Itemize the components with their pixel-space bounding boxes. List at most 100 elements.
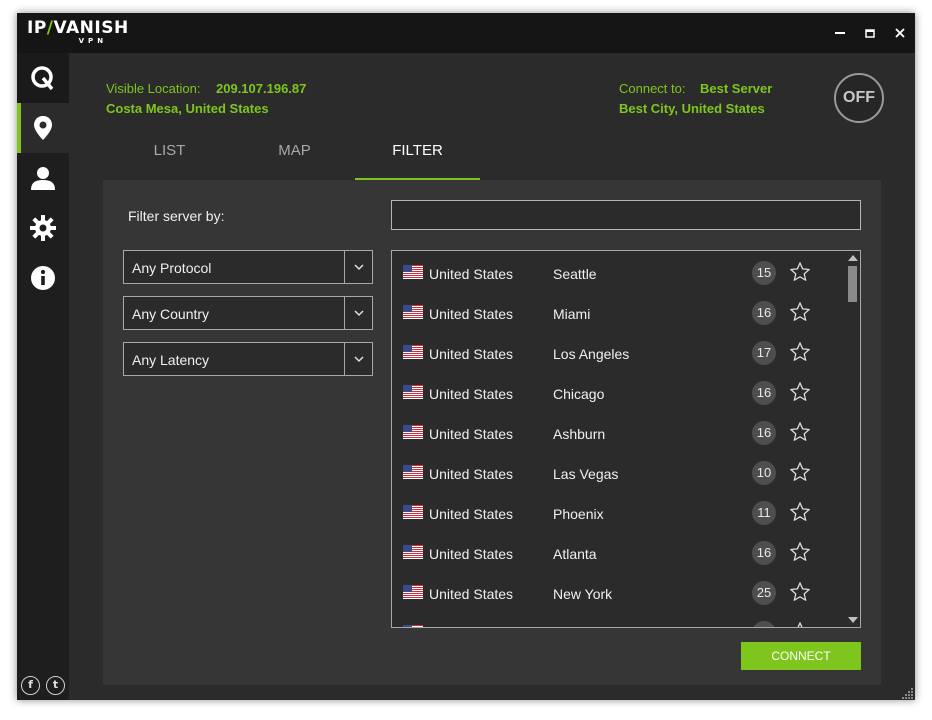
chevron-down-icon: [354, 310, 364, 317]
server-city: Atlanta: [553, 546, 597, 562]
scroll-down-icon[interactable]: [848, 617, 858, 623]
server-country: United States: [429, 626, 513, 627]
server-city: Phoenix: [553, 506, 604, 522]
minimize-button[interactable]: [830, 23, 850, 43]
us-flag-icon: [403, 625, 423, 627]
server-row[interactable]: United States Phoenix 11: [392, 493, 844, 533]
server-row[interactable]: United States Chicago 16: [392, 373, 844, 413]
server-country: United States: [429, 586, 514, 602]
country-dropdown[interactable]: Any Country: [123, 296, 373, 330]
maximize-button[interactable]: [860, 23, 880, 43]
logo-vanish: VANISH: [53, 18, 129, 38]
sidebar-item-settings[interactable]: [17, 203, 69, 253]
latency-dropdown[interactable]: Any Latency: [123, 342, 373, 376]
protocol-value: Any Protocol: [132, 260, 212, 276]
visible-location-label: Visible Location:: [106, 81, 201, 96]
server-row[interactable]: United States: [392, 613, 844, 628]
sidebar-item-locations[interactable]: [17, 103, 69, 153]
favorite-star-icon[interactable]: [789, 581, 811, 603]
connect-button[interactable]: CONNECT: [741, 642, 861, 670]
scroll-up-icon[interactable]: [848, 255, 858, 261]
logo-slash: /: [46, 18, 54, 38]
server-country: United States: [429, 386, 514, 402]
dropdown-divider: [344, 343, 345, 375]
us-flag-icon: [403, 505, 423, 519]
tab-map[interactable]: MAP: [232, 135, 357, 180]
chevron-down-icon: [354, 356, 364, 363]
search-input[interactable]: [391, 200, 861, 230]
dropdown-divider: [344, 297, 345, 329]
latency-value: Any Latency: [132, 352, 210, 368]
filter-panel: Filter server by: Any Protocol Any Count…: [103, 180, 881, 685]
visible-location: Costa Mesa, United States: [106, 101, 269, 116]
facebook-icon[interactable]: f: [21, 676, 40, 695]
server-ping-badge: 16: [752, 381, 776, 405]
us-flag-icon: [403, 425, 423, 439]
favorite-star-icon[interactable]: [789, 621, 811, 628]
logo-ip: IP: [27, 18, 47, 38]
us-flag-icon: [403, 465, 423, 479]
server-country: United States: [429, 546, 514, 562]
sidebar-item-info[interactable]: [17, 253, 69, 303]
us-flag-icon: [403, 305, 423, 319]
title-bar[interactable]: IP/VANISH VPN: [17, 13, 915, 53]
close-icon: [895, 28, 905, 38]
visible-ip: 209.107.196.87: [216, 81, 307, 96]
us-flag-icon: [403, 345, 423, 359]
server-country: United States: [429, 346, 514, 362]
server-ping-badge: 16: [752, 421, 776, 445]
favorite-star-icon[interactable]: [789, 501, 811, 523]
close-button[interactable]: [890, 23, 910, 43]
server-country: United States: [429, 266, 514, 282]
minimize-icon: [835, 32, 845, 34]
server-country: United States: [429, 466, 514, 482]
server-ping-badge: [752, 621, 776, 627]
server-ping-badge: 17: [752, 341, 776, 365]
server-row[interactable]: United States New York 25: [392, 573, 844, 613]
sidebar-item-quick-connect[interactable]: [17, 53, 69, 103]
server-list[interactable]: United States Seattle 15 United States Miami…: [391, 250, 861, 628]
server-city: Ashburn: [553, 426, 606, 442]
sidebar: f t: [17, 53, 69, 700]
server-ping-badge: 11: [752, 501, 776, 525]
connect-location: Best City, United States: [619, 101, 765, 116]
twitter-icon[interactable]: t: [46, 676, 65, 695]
server-row[interactable]: United States Seattle 15: [392, 253, 844, 293]
filter-label: Filter server by:: [128, 208, 225, 224]
tab-filter[interactable]: FILTER: [355, 135, 480, 180]
server-ping-badge: 15: [752, 261, 776, 285]
user-icon: [31, 167, 55, 190]
server-city: New York: [553, 586, 613, 602]
gear-icon: [30, 215, 56, 241]
tab-list[interactable]: LIST: [107, 135, 232, 180]
favorite-star-icon[interactable]: [789, 421, 811, 443]
favorite-star-icon[interactable]: [789, 261, 811, 283]
ipvanish-logo: IP/VANISH VPN: [27, 19, 129, 45]
server-ping-badge: 25: [752, 581, 776, 605]
resize-grip-icon[interactable]: [902, 687, 914, 699]
info-icon: [31, 266, 55, 290]
sidebar-item-account[interactable]: [17, 153, 69, 203]
app-window: IP/VANISH VPN f t Visible Location: 209.…: [17, 13, 915, 700]
us-flag-icon: [403, 265, 423, 279]
favorite-star-icon[interactable]: [789, 341, 811, 363]
server-row[interactable]: United States Atlanta 16: [392, 533, 844, 573]
server-country: United States: [429, 426, 514, 442]
favorite-star-icon[interactable]: [789, 301, 811, 323]
favorite-star-icon[interactable]: [789, 461, 811, 483]
server-city: Los Angeles: [553, 346, 630, 362]
server-row[interactable]: United States Las Vegas 10: [392, 453, 844, 493]
favorite-star-icon[interactable]: [789, 381, 811, 403]
server-row[interactable]: United States Miami 16: [392, 293, 844, 333]
scrollbar[interactable]: [844, 251, 860, 627]
protocol-dropdown[interactable]: Any Protocol: [123, 250, 373, 284]
country-value: Any Country: [132, 306, 210, 322]
server-ping-badge: 16: [752, 301, 776, 325]
logo-vpn: VPN: [78, 37, 108, 45]
us-flag-icon: [403, 585, 423, 599]
vpn-toggle-button[interactable]: OFF: [834, 73, 884, 123]
server-row[interactable]: United States Ashburn 16: [392, 413, 844, 453]
favorite-star-icon[interactable]: [789, 541, 811, 563]
scroll-thumb[interactable]: [848, 266, 857, 302]
server-row[interactable]: United States Los Angeles 17: [392, 333, 844, 373]
